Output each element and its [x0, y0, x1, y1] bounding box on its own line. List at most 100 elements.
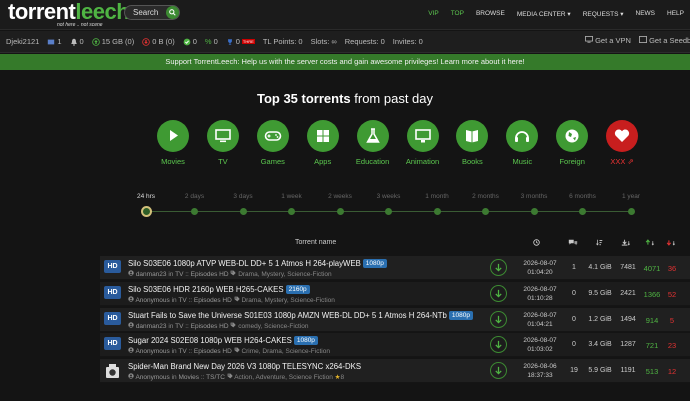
timeline-handle[interactable] [140, 206, 152, 217]
torrent-name-link[interactable]: Silo S03E06 1080p ATVP WEB-DL DD+ 5 1 At… [128, 259, 387, 268]
search-button[interactable] [166, 6, 179, 19]
category-tv[interactable]: TV [198, 120, 248, 166]
comments-count[interactable]: 0 [566, 341, 582, 348]
col-snatched[interactable] [621, 239, 631, 248]
tag-icon [227, 373, 233, 379]
timeline-label-text: 3 weeks [376, 193, 401, 200]
timeline-label-6[interactable]: 1 month [412, 191, 462, 200]
timeline-label-text: 1 month [425, 193, 449, 200]
tag-icon [229, 270, 239, 278]
site-logo[interactable]: torrentleech not here .. not scene [8, 1, 130, 29]
category-link[interactable]: TV :: Episodes HD [175, 271, 228, 278]
category-foreign[interactable]: Foreign [547, 120, 597, 166]
download-button[interactable] [490, 336, 507, 354]
camera-category-icon[interactable] [105, 362, 120, 381]
uploader-name[interactable]: danman23 [136, 323, 167, 330]
nav-link-2[interactable]: BROWSE [470, 0, 511, 28]
nav-link-5[interactable]: NEWS [630, 0, 662, 28]
category-link[interactable]: TV :: Episodes HD [178, 297, 231, 304]
nav-link-1[interactable]: TOP [445, 0, 470, 28]
uploader-name[interactable]: Anonymous [135, 348, 169, 355]
nav-link-0[interactable]: VIP [422, 0, 444, 28]
col-comments[interactable] [567, 239, 579, 248]
category-apps[interactable]: Apps [298, 120, 348, 166]
hd-category-icon[interactable]: HD [104, 285, 121, 299]
uploader-name[interactable]: Anonymous [135, 297, 169, 304]
upload-date: 2026-08-07 01:04:21 [518, 311, 562, 329]
category-filter-bar: Movies TV Games Apps Education Animation Books… [148, 120, 648, 172]
torrent-meta: Anonymous in TV :: Episodes HD Crime, Dr… [128, 347, 330, 355]
nav-link-6[interactable]: HELP [661, 0, 690, 28]
torrent-name-link[interactable]: Stuart Fails to Save the Universe S01E03… [128, 310, 473, 320]
hd-category-icon[interactable]: HD [104, 337, 121, 351]
timeline-dot[interactable] [385, 208, 392, 215]
col-size[interactable] [596, 239, 603, 248]
tl-points-link[interactable]: TL Points: 0 [263, 37, 303, 46]
timeline-label-4[interactable]: 2 weeks [315, 191, 365, 200]
category-books[interactable]: Books [447, 120, 497, 166]
col-torrent-name[interactable]: Torrent name [295, 239, 336, 246]
timeline-label-10[interactable]: 1 year [606, 191, 656, 200]
torrent-name-link[interactable]: Sugar 2024 S02E08 1080p WEB H264-CAKES 10… [128, 336, 318, 346]
col-leechers[interactable] [666, 239, 676, 248]
category-link[interactable]: TV :: Episodes HD [178, 348, 231, 355]
timeline-label-2[interactable]: 3 days [218, 191, 268, 200]
category-education[interactable]: Education [348, 120, 398, 166]
download-button[interactable] [490, 362, 507, 380]
timeline-label-0[interactable]: 24 hrs [121, 191, 171, 200]
timeline-dot[interactable] [627, 208, 635, 215]
timeline-label-7[interactable]: 2 months [461, 191, 511, 200]
get-vpn-link[interactable]: Get a VPN [585, 36, 631, 45]
timeline-dot[interactable] [336, 208, 344, 215]
hd-category-icon[interactable]: HD [104, 260, 121, 273]
comments-count[interactable]: 19 [566, 367, 582, 374]
download-button[interactable] [490, 284, 507, 302]
category-games[interactable]: Games [248, 120, 298, 166]
messages-link[interactable]: 1 [47, 37, 62, 46]
timeline-label-8[interactable]: 3 months [509, 191, 559, 200]
category-xxx[interactable]: XXX ⇗ [597, 120, 647, 166]
notifications-link[interactable]: 0 [70, 37, 84, 46]
category-label: Education [355, 157, 390, 166]
table-row: HD Silo S03E06 HDR 2160p WEB H265-CAKES 21… [100, 281, 690, 306]
timeline-dot[interactable] [191, 208, 198, 215]
timeline-dot[interactable] [530, 208, 538, 215]
timeline-dot[interactable] [288, 208, 295, 215]
comments-count[interactable]: 0 [566, 316, 582, 323]
username-link[interactable]: Djeki2121 [6, 37, 39, 46]
timeline-label-3[interactable]: 1 week [267, 191, 317, 200]
download-button[interactable] [490, 310, 507, 328]
category-movies[interactable]: Movies [148, 120, 198, 166]
nav-link-3[interactable]: MEDIA CENTER ▾ [511, 0, 577, 28]
uploader-name[interactable]: danman23 [136, 271, 167, 278]
col-seeders[interactable] [645, 239, 655, 248]
category-music[interactable]: Music [497, 120, 547, 166]
time-line: 01:04:20 [527, 269, 553, 276]
support-banner[interactable]: Support TorrentLeech: Help us with the s… [0, 54, 690, 70]
seeders-count: 914 [645, 315, 659, 325]
torrent-name-link[interactable]: Silo S03E06 HDR 2160p WEB H265-CAKES 2160… [128, 284, 310, 294]
upload-amount: 15 GB (0) [101, 37, 135, 46]
hd-category-icon[interactable]: HD [104, 311, 121, 325]
timeline-label-9[interactable]: 6 months [558, 191, 608, 200]
comments-count[interactable]: 0 [566, 290, 582, 297]
check-circle-icon [183, 38, 191, 45]
timeline-label-1[interactable]: 2 days [170, 191, 220, 200]
timeline-dot[interactable] [433, 208, 441, 215]
slots-stat: Slots: ∞ [311, 37, 337, 46]
timeline-dot[interactable] [239, 208, 247, 215]
timeline-dot[interactable] [482, 208, 489, 215]
timeline-dot[interactable] [579, 208, 586, 215]
title-rest: from past day [350, 91, 434, 106]
category-animation[interactable]: Animation [398, 120, 448, 166]
download-button[interactable] [490, 259, 507, 276]
get-seedbox-link[interactable]: Get a Seedbo [639, 36, 690, 45]
category-link[interactable]: TV :: Episodes HD [175, 323, 228, 330]
timeline-label-5[interactable]: 3 weeks [364, 191, 414, 200]
uploader-name[interactable]: Anonymous [135, 374, 169, 381]
category-link[interactable]: Movies :: TS/TC [178, 374, 224, 381]
torrent-name-link[interactable]: Spider-Man Brand New Day 2026 V3 1080p T… [128, 362, 361, 371]
nav-link-4[interactable]: REQUESTS ▾ [577, 0, 630, 28]
col-date[interactable] [533, 239, 540, 248]
comments-count[interactable]: 1 [566, 264, 582, 271]
